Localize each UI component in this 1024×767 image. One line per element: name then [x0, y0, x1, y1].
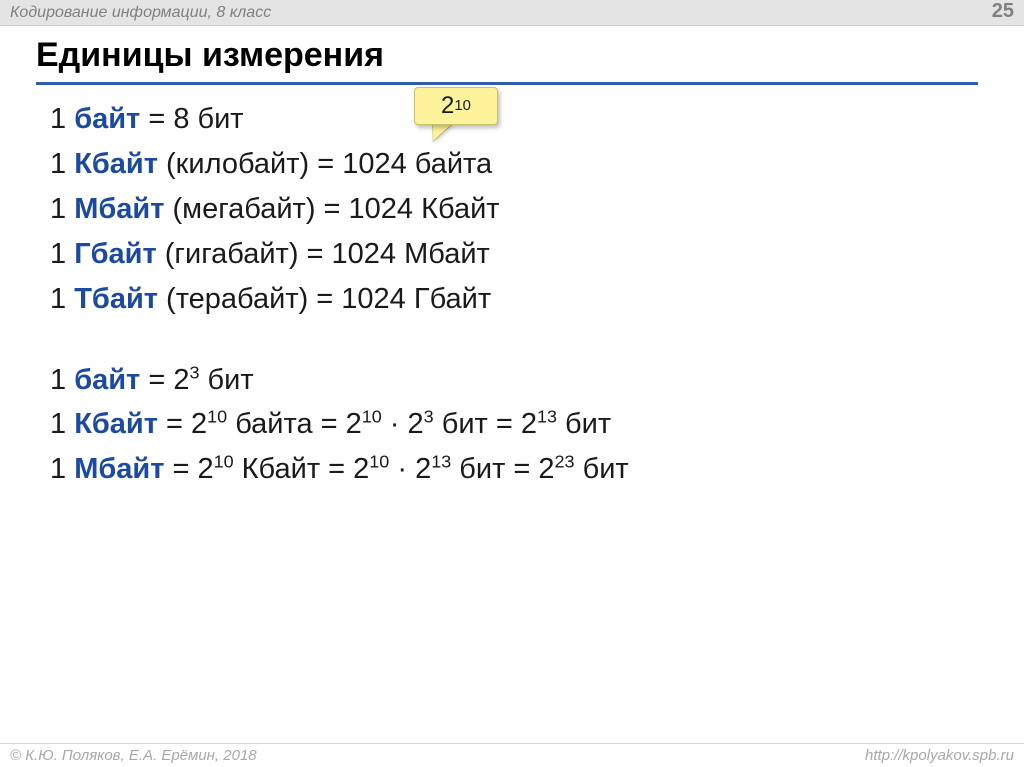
footer-bar: © К.Ю. Поляков, Е.А. Ерёмин, 2018 http:/… [0, 743, 1024, 767]
row-prefix: 1 [50, 148, 74, 180]
unit-row: 1 Гбайт (гигабайт) = 1024 Мбайт [50, 233, 994, 276]
row-rest: (гигабайт) = 1024 Мбайт [157, 238, 490, 270]
unit-row: 1 байт = 8 бит [50, 98, 994, 141]
header-subject: Кодирование информации, 8 класс [10, 4, 271, 22]
units-block-decimal: 1 байт = 8 бит1 Кбайт (килобайт) = 1024 … [50, 98, 994, 321]
row-prefix: 1 [50, 283, 74, 315]
unit-row: 1 Мбайт = 210 Кбайт = 210 · 213 бит = 22… [50, 448, 994, 491]
row-rest: (мегабайт) = 1024 Кбайт [164, 193, 499, 225]
row-sup: 10 [214, 452, 234, 472]
row-prefix: 1 [50, 103, 74, 135]
row-rest: = 8 бит [140, 103, 243, 135]
row-unit: байт [74, 364, 140, 396]
row-unit: Кбайт [74, 148, 158, 180]
header-bar: Кодирование информации, 8 класс 25 [0, 0, 1024, 26]
row-sup: 10 [207, 407, 227, 427]
page-number: 25 [992, 0, 1014, 23]
row-unit: Тбайт [74, 283, 158, 315]
row-sup: 23 [555, 452, 575, 472]
row-text: · 2 [389, 453, 431, 485]
row-text: бит [199, 364, 253, 396]
content-area: 1 байт = 8 бит1 Кбайт (килобайт) = 1024 … [50, 98, 994, 493]
row-text: Кбайт = 2 [234, 453, 370, 485]
row-sup: 13 [431, 452, 451, 472]
title-underline [36, 82, 978, 85]
row-text: бит [557, 408, 611, 440]
unit-row: 1 Мбайт (мегабайт) = 1024 Кбайт [50, 188, 994, 231]
row-sup: 10 [369, 452, 389, 472]
slide: Кодирование информации, 8 класс 25 Едини… [0, 0, 1024, 767]
row-prefix: 1 [50, 193, 74, 225]
row-unit: Мбайт [74, 193, 164, 225]
row-text: байта = 2 [227, 408, 362, 440]
row-text: бит [575, 453, 629, 485]
row-unit: байт [74, 103, 140, 135]
row-rest: (килобайт) = 1024 байта [158, 148, 492, 180]
row-sup: 3 [189, 362, 199, 382]
unit-row: 1 Тбайт (терабайт) = 1024 Гбайт [50, 278, 994, 321]
units-block-powers: 1 байт = 23 бит1 Кбайт = 210 байта = 210… [50, 359, 994, 492]
row-sup: 13 [537, 407, 557, 427]
unit-row: 1 Кбайт = 210 байта = 210 · 23 бит = 213… [50, 403, 994, 446]
row-text: = 2 [158, 408, 207, 440]
row-rest: (терабайт) = 1024 Гбайт [158, 283, 491, 315]
row-sup: 3 [424, 407, 434, 427]
row-text: · 2 [382, 408, 424, 440]
row-text: бит = 2 [451, 453, 554, 485]
row-text: = 2 [140, 364, 189, 396]
row-prefix: 1 [50, 453, 74, 485]
slide-title: Единицы измерения [36, 36, 384, 75]
row-prefix: 1 [50, 364, 74, 396]
row-prefix: 1 [50, 238, 74, 270]
row-unit: Кбайт [74, 408, 158, 440]
row-sup: 10 [362, 407, 382, 427]
unit-row: 1 байт = 23 бит [50, 359, 994, 402]
row-unit: Гбайт [74, 238, 157, 270]
row-prefix: 1 [50, 408, 74, 440]
row-text: = 2 [164, 453, 213, 485]
row-text: бит = 2 [434, 408, 537, 440]
footer-copyright: © К.Ю. Поляков, Е.А. Ерёмин, 2018 [10, 747, 257, 764]
footer-url: http://kpolyakov.spb.ru [865, 747, 1014, 764]
unit-row: 1 Кбайт (килобайт) = 1024 байта [50, 143, 994, 186]
row-unit: Мбайт [74, 453, 164, 485]
